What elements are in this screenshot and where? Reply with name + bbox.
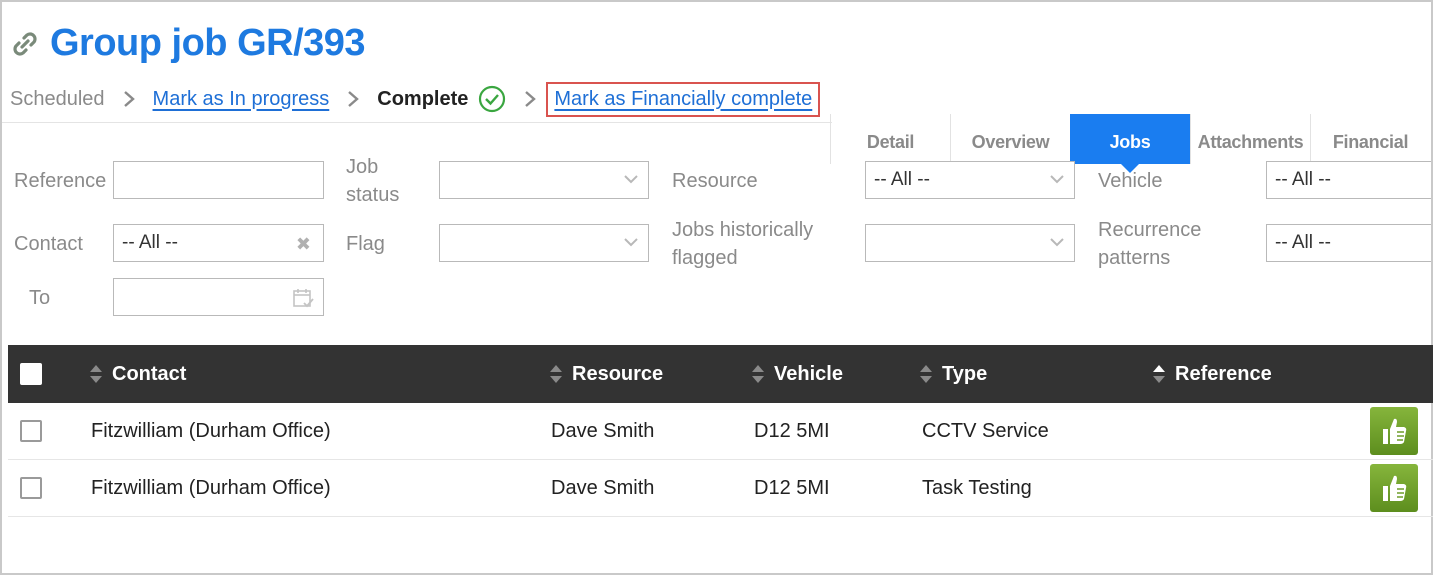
column-label-contact: Contact (112, 362, 187, 385)
tab-attachments[interactable]: Attachments (1190, 114, 1310, 164)
tab-overview[interactable]: Overview (950, 114, 1070, 164)
cell-type: CCTV Service (922, 420, 1049, 442)
column-label-vehicle: Vehicle (774, 362, 843, 385)
contact-label: Contact (14, 233, 83, 255)
flag-label: Flag (346, 233, 385, 255)
contact-value: -- All -- (122, 232, 178, 253)
thumbs-up-icon (1383, 418, 1407, 444)
column-label-type: Type (942, 362, 988, 385)
row-checkbox[interactable] (20, 420, 42, 442)
flag-select[interactable] (439, 224, 649, 262)
table-row[interactable]: Fitzwilliam (Durham Office) Dave Smith D… (8, 460, 1433, 517)
status-complete: Complete (377, 87, 469, 110)
sort-icon (90, 365, 102, 383)
calendar-icon[interactable] (291, 286, 315, 310)
cell-resource: Dave Smith (551, 477, 655, 499)
reference-input[interactable] (113, 161, 324, 199)
chevron-down-icon (1050, 175, 1064, 184)
tab-detail[interactable]: Detail (830, 114, 950, 164)
table-header: Contact Resource Vehicle Type Reference (8, 345, 1433, 403)
title-row: Group job GR/393 (10, 22, 366, 65)
resource-label: Resource (672, 170, 758, 192)
approve-button[interactable] (1370, 407, 1418, 455)
column-header-contact[interactable]: Contact (88, 345, 186, 403)
job-status-label: Job status (346, 156, 400, 206)
approve-button[interactable] (1370, 464, 1418, 512)
to-label: To (29, 287, 51, 309)
cell-vehicle: D12 5MI (754, 420, 830, 442)
column-header-resource[interactable]: Resource (548, 345, 663, 403)
chevron-right-icon (123, 91, 135, 107)
chevron-down-icon (624, 238, 638, 247)
select-all-checkbox[interactable] (20, 363, 42, 385)
vehicle-label: Vehicle (1098, 170, 1163, 192)
tab-bar: Detail Overview Jobs Attachments Financi… (830, 114, 1430, 173)
column-label-reference: Reference (1175, 362, 1272, 385)
check-circle-icon (479, 85, 506, 113)
column-header-type[interactable]: Type (918, 345, 987, 403)
contact-select[interactable]: -- All -- ✖ (113, 224, 324, 262)
to-date-input[interactable] (113, 278, 324, 316)
link-icon (13, 31, 37, 56)
recurrence-patterns-label: Recurrence patterns (1098, 219, 1202, 269)
table-row[interactable]: Fitzwilliam (Durham Office) Dave Smith D… (8, 403, 1433, 460)
clear-icon[interactable]: ✖ (296, 234, 311, 255)
column-header-vehicle[interactable]: Vehicle (750, 345, 843, 403)
status-scheduled: Scheduled (10, 87, 105, 110)
financial-complete-highlight: Mark as Financially complete (546, 81, 821, 117)
mark-in-progress-link[interactable]: Mark as In progress (153, 88, 330, 111)
recurrence-patterns-select[interactable]: -- All -- (1266, 224, 1431, 262)
cell-vehicle: D12 5MI (754, 477, 830, 499)
divider (2, 122, 832, 123)
column-header-reference[interactable]: Reference (1151, 345, 1272, 403)
column-label-resource: Resource (572, 362, 664, 385)
jobs-historically-flagged-select[interactable] (865, 224, 1075, 262)
chevron-down-icon (624, 175, 638, 184)
jobs-historically-flagged-label: Jobs historically flagged (672, 219, 814, 269)
resource-select[interactable]: -- All -- (865, 161, 1075, 199)
row-checkbox[interactable] (20, 477, 42, 499)
recurrence-patterns-value: -- All -- (1275, 232, 1331, 253)
resource-value: -- All -- (874, 169, 930, 190)
sort-icon (550, 365, 562, 383)
cell-resource: Dave Smith (551, 420, 655, 442)
vehicle-select[interactable]: -- All -- (1266, 161, 1431, 199)
sort-icon (920, 365, 932, 383)
job-status-select[interactable] (439, 161, 649, 199)
chevron-down-icon (1050, 238, 1064, 247)
reference-label: Reference (14, 170, 107, 192)
jobs-table: Contact Resource Vehicle Type Reference … (8, 345, 1433, 517)
thumbs-up-icon (1383, 475, 1407, 501)
cell-contact: Fitzwilliam (Durham Office) (91, 477, 331, 499)
sort-icon (752, 365, 764, 383)
page-title: Group job GR/393 (50, 22, 366, 64)
cell-type: Task Testing (922, 477, 1032, 499)
chevron-right-icon (525, 91, 537, 107)
status-breadcrumb: Scheduled Mark as In progress Complete M… (10, 81, 821, 117)
mark-financially-complete-link[interactable]: Mark as Financially complete (554, 88, 812, 110)
tab-financial[interactable]: Financial (1310, 114, 1430, 164)
chevron-right-icon (348, 91, 360, 107)
tab-jobs[interactable]: Jobs (1070, 114, 1190, 173)
cell-contact: Fitzwilliam (Durham Office) (91, 420, 331, 442)
vehicle-value: -- All -- (1275, 169, 1331, 190)
sort-asc-icon (1153, 365, 1165, 383)
